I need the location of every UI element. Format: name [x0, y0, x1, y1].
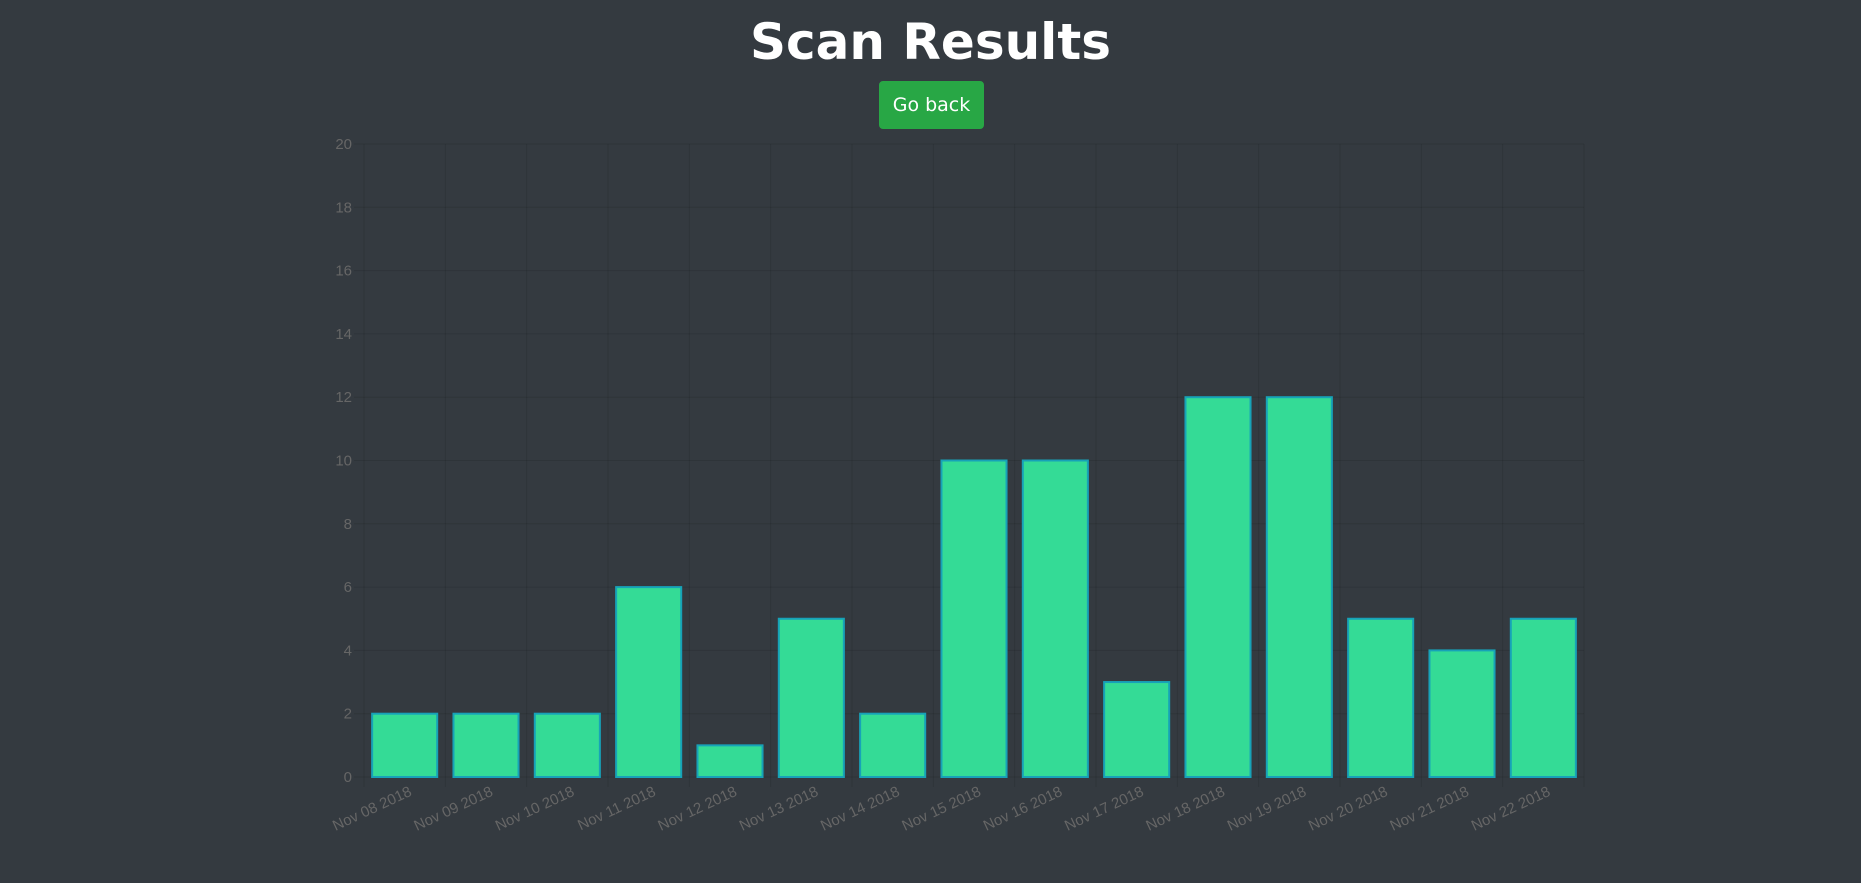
bar[interactable] [371, 712, 439, 779]
y-tick-label: 0 [344, 769, 352, 786]
y-tick-label: 8 [344, 516, 352, 533]
x-tick-label: Nov 17 2018 [1062, 783, 1146, 834]
bar[interactable] [940, 459, 1008, 778]
x-tick-label: Nov 08 2018 [330, 783, 414, 834]
y-tick-label: 18 [335, 199, 352, 216]
x-tick-label: Nov 15 2018 [899, 783, 983, 834]
bar[interactable] [1184, 396, 1252, 778]
x-tick-label: Nov 14 2018 [818, 783, 902, 834]
x-tick-label: Nov 10 2018 [493, 783, 577, 834]
y-tick-label: 10 [335, 453, 352, 470]
x-tick-label: Nov 11 2018 [575, 783, 658, 834]
y-tick-label: 16 [335, 263, 352, 280]
bar[interactable] [1509, 617, 1577, 778]
bar[interactable] [1428, 649, 1496, 779]
bar[interactable] [1347, 617, 1415, 778]
x-tick-label: Nov 13 2018 [737, 783, 821, 834]
y-tick-label: 14 [335, 326, 352, 343]
bar[interactable] [615, 586, 683, 778]
x-tick-label: Nov 16 2018 [981, 783, 1065, 834]
x-tick-label: Nov 12 2018 [655, 783, 739, 834]
scan-results-bar-chart: 0 2 4 6 8 10 12 14 16 18 20 Nov 08 2018Nov 09 2018… [330, 136, 1585, 835]
bar[interactable] [452, 712, 520, 779]
y-tick-label: 4 [344, 642, 352, 659]
y-tick-label: 12 [335, 389, 352, 406]
bar[interactable] [696, 744, 764, 778]
bar[interactable] [777, 617, 845, 778]
x-tick-label: Nov 22 2018 [1469, 783, 1553, 834]
bar[interactable] [533, 712, 601, 779]
x-tick-label: Nov 21 2018 [1387, 783, 1471, 834]
x-tick-label: Nov 18 2018 [1143, 783, 1227, 834]
bar[interactable] [1265, 396, 1333, 778]
x-tick-label: Nov 19 2018 [1225, 783, 1309, 834]
x-tick-label: Nov 20 2018 [1306, 783, 1390, 834]
x-tick-label: Nov 09 2018 [411, 783, 495, 834]
bar[interactable] [859, 712, 927, 779]
bar[interactable] [1103, 681, 1171, 778]
scan-results-page: Scan Results Go back 0 2 4 6 8 10 12 14 16 18 20 N… [0, 0, 1861, 883]
y-tick-label: 2 [344, 706, 352, 723]
y-tick-label: 20 [335, 136, 352, 153]
y-tick-label: 6 [344, 579, 352, 596]
y-axis-ticks: 0 2 4 6 8 10 12 14 16 18 20 [335, 136, 352, 786]
x-axis-ticks: Nov 08 2018Nov 09 2018Nov 10 2018Nov 11 … [330, 783, 1553, 834]
bar[interactable] [1021, 459, 1089, 778]
